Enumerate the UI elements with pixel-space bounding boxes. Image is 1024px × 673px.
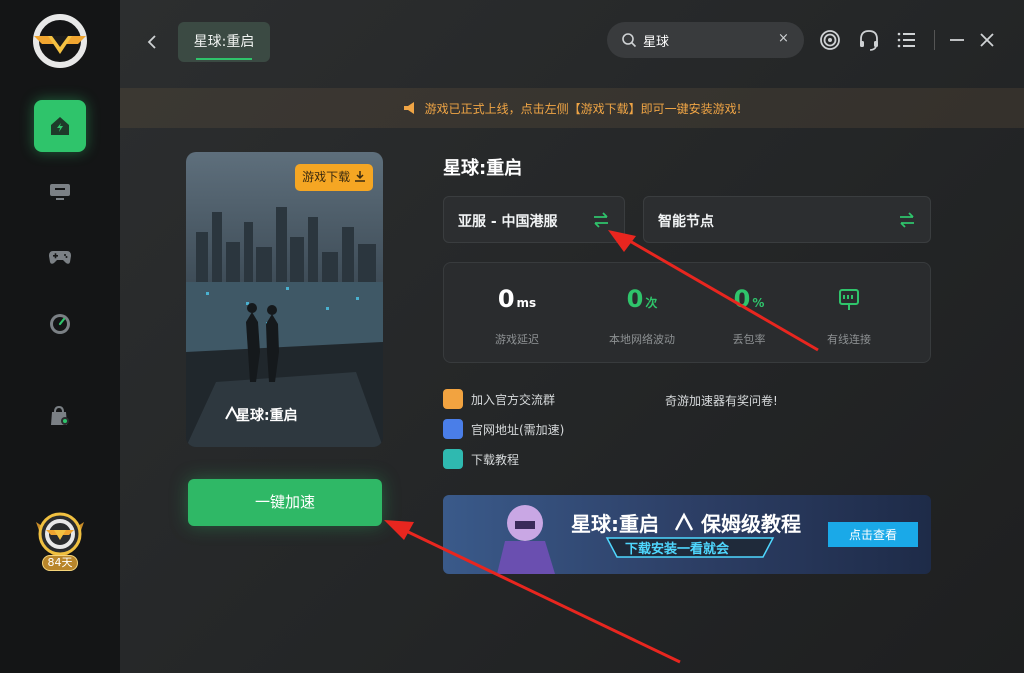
membership-days-badge: 84天: [42, 555, 78, 571]
chevron-left-icon: [147, 35, 156, 49]
link-official-website[interactable]: 官网地址(需加速): [443, 419, 564, 439]
search-box[interactable]: ×: [607, 22, 804, 58]
link-official-group[interactable]: 加入官方交流群: [443, 389, 555, 409]
download-tutorial-label: 下载教程: [471, 452, 520, 467]
connection-label: 有线连接: [827, 333, 871, 346]
banner-subtitle: 保姆级教程: [700, 512, 801, 536]
swap-icon: [900, 212, 914, 228]
sidebar: 84天: [0, 0, 120, 673]
game-download-label: 游戏下载: [302, 170, 351, 184]
notice-text: 游戏已正式上线，点击左侧【游戏下载】即可一键安装游戏!: [424, 101, 742, 116]
server-selector[interactable]: 亚服 - 中国港服: [443, 196, 625, 243]
notice-banner: 游戏已正式上线，点击左侧【游戏下载】即可一键安装游戏!: [120, 88, 1024, 128]
packet-loss-value: 0: [733, 285, 751, 313]
stat-connection: 有线连接: [789, 285, 909, 347]
survey-link[interactable]: 奇游加速器有奖问卷!: [665, 392, 778, 409]
network-stats-panel: 0 ms 游戏延迟 0次 本地网络波动 0% 丢包率 有线连接: [443, 262, 931, 363]
tutorial-banner[interactable]: 星球:重启 保姆级教程 下载安装一看就会 点击查看: [443, 495, 931, 574]
minimize-icon: [950, 39, 964, 41]
official-group-label: 加入官方交流群: [471, 392, 556, 407]
minimize-button[interactable]: [945, 28, 969, 52]
node-label: 智能节点: [658, 214, 714, 230]
gamepad-icon: [49, 251, 71, 264]
game-download-button[interactable]: 游戏下载: [295, 164, 373, 191]
cover-game-logo: 星球:重启: [236, 407, 298, 424]
swirl-icon[interactable]: [818, 28, 842, 52]
toolbar-divider: [934, 30, 935, 50]
link-download-tutorial[interactable]: 下载教程: [443, 449, 519, 469]
banner-cta-button[interactable]: 点击查看: [849, 528, 897, 542]
server-label: 亚服 - 中国港服: [458, 214, 558, 230]
monitor-icon: [50, 184, 70, 200]
stat-latency: 0 ms 游戏延迟: [457, 285, 577, 347]
game-cover-image: 星球:重启: [186, 152, 383, 447]
banner-title: 星球:重启: [571, 512, 659, 536]
headset-icon[interactable]: [857, 28, 881, 52]
search-clear-button[interactable]: ×: [778, 31, 789, 46]
group-chat-icon: [443, 389, 463, 409]
back-button[interactable]: [142, 32, 162, 52]
nav-store[interactable]: [34, 390, 86, 442]
home-icon: [51, 117, 69, 135]
stat-fluctuation: 0次 本地网络波动: [582, 285, 702, 347]
main-panel: 星球:重启 ×: [120, 0, 1024, 673]
latency-unit: ms: [516, 296, 537, 310]
close-icon: [980, 33, 994, 47]
game-title: 星球:重启: [443, 158, 523, 179]
latency-label: 游戏延迟: [495, 333, 539, 346]
latency-value: 0: [497, 285, 515, 313]
one-click-boost-button[interactable]: 一键加速: [188, 479, 382, 526]
www-icon: [443, 419, 463, 439]
nav-games[interactable]: [34, 231, 86, 283]
fluctuation-value: 0: [626, 285, 644, 313]
app-logo: [30, 14, 90, 68]
packet-loss-unit: %: [752, 296, 765, 310]
cloud-download-icon: [443, 449, 463, 469]
swap-icon: [594, 212, 608, 228]
tab-current-game[interactable]: 星球:重启: [178, 22, 270, 62]
menu-list-icon[interactable]: [894, 28, 918, 52]
ethernet-icon: [839, 289, 859, 310]
close-button[interactable]: [975, 28, 999, 52]
search-icon: [622, 33, 637, 48]
fluctuation-unit: 次: [645, 296, 658, 310]
shopping-bag-icon: [51, 405, 69, 425]
speedometer-icon: [50, 314, 70, 334]
megaphone-icon: [403, 102, 414, 114]
top-bar: 星球:重启 ×: [120, 0, 1024, 86]
search-input[interactable]: [643, 30, 773, 50]
nav-speedtest[interactable]: [34, 298, 86, 350]
fluctuation-label: 本地网络波动: [609, 333, 675, 346]
download-icon: [354, 171, 365, 182]
nav-home[interactable]: [34, 100, 86, 152]
node-selector[interactable]: 智能节点: [643, 196, 931, 243]
official-website-label: 官网地址(需加速): [471, 422, 565, 437]
banner-tagline: 下载安装一看就会: [625, 541, 730, 557]
nav-monitor[interactable]: [34, 166, 86, 218]
